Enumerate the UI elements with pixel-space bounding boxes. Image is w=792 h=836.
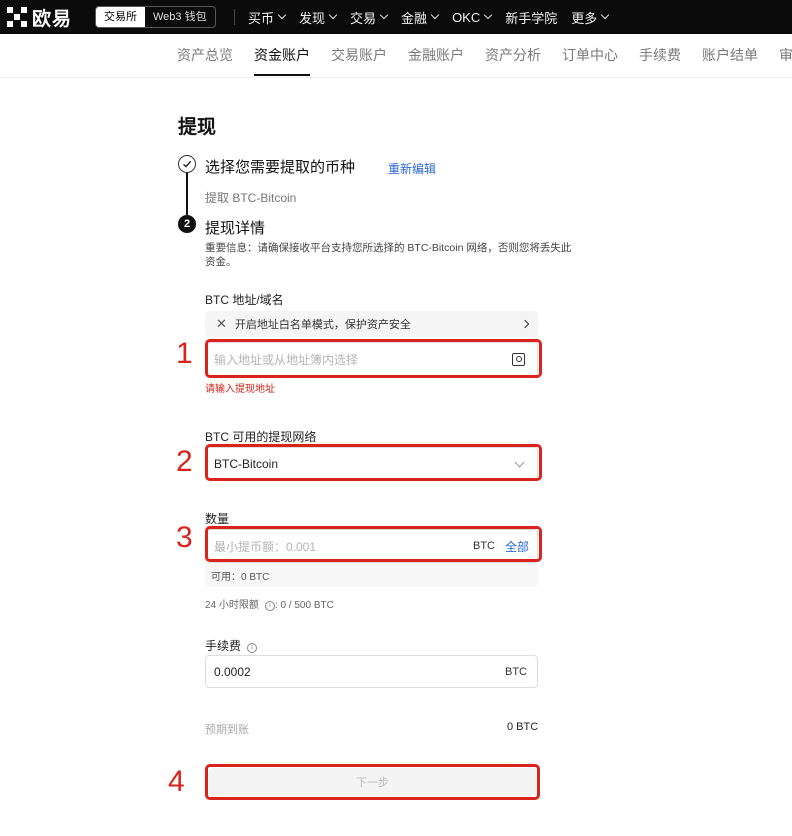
nav-divider (234, 9, 235, 25)
menu-item-finance[interactable]: 金融 (401, 8, 440, 27)
daily-limit-label: 24 小时限额 (205, 600, 259, 611)
tab-asset-overview[interactable]: 资产总览 (177, 34, 233, 78)
daily-limit: 24 小时限额 i: 0 / 500 BTC (205, 596, 334, 611)
chevron-down-icon (328, 10, 338, 20)
annotation-box-1 (205, 339, 542, 378)
chevron-down-icon (430, 10, 440, 20)
annotation-box-3 (205, 526, 542, 562)
chevron-down-icon (601, 10, 610, 20)
menu-item-label: 新手学院 (505, 10, 558, 26)
fee-unit: BTC (505, 665, 527, 678)
selected-coin-text: 提取 BTC-Bitcoin (205, 191, 297, 205)
main-menu: 买币 发现 交易 金融 OKC 新手学院 更多 (248, 0, 622, 34)
step-connector-line (186, 173, 188, 215)
fee-value: 0.0002 (214, 664, 251, 679)
step-2-title: 提现详情 (205, 220, 266, 237)
menu-item-okc[interactable]: OKC (452, 9, 493, 25)
chevron-down-icon (277, 10, 287, 20)
menu-item-discover[interactable]: 发现 (299, 8, 338, 27)
menu-item-label: OKC (452, 9, 481, 25)
step-complete-indicator (178, 155, 196, 173)
menu-item-label: 发现 (299, 10, 326, 26)
annotation-number-3: 3 (176, 521, 193, 554)
annotation-number-4: 4 (168, 765, 185, 798)
whitelist-banner[interactable]: ✕ 开启地址白名单模式，保护资产安全 (205, 311, 538, 337)
step-1-title: 选择您需要提取的币种 (205, 159, 356, 176)
menu-item-trade[interactable]: 交易 (350, 8, 389, 27)
menu-item-label: 金融 (401, 10, 428, 26)
menu-item-label: 交易 (350, 10, 377, 26)
page-title: 提现 (178, 117, 217, 138)
tab-audit[interactable]: 审计 (779, 34, 792, 78)
menu-item-academy[interactable]: 新手学院 (505, 8, 557, 27)
menu-item-more[interactable]: 更多 (571, 8, 610, 27)
asset-subnav: 资产总览 资金账户 交易账户 金融账户 资产分析 订单中心 手续费 账户结单 审… (0, 34, 792, 78)
chevron-down-icon (483, 10, 493, 20)
address-error-text: 请输入提现地址 (205, 384, 275, 395)
expected-receive-label: 预期到账 (205, 724, 249, 736)
tab-trading-account[interactable]: 交易账户 (331, 34, 387, 78)
brand-name: 欧易 (32, 8, 73, 30)
annotation-box-4 (205, 764, 540, 800)
tab-order-center[interactable]: 订单中心 (562, 34, 618, 78)
amount-label: 数量 (205, 512, 230, 526)
fee-field: 0.0002 BTC (205, 655, 538, 688)
re-edit-link[interactable]: 重新编辑 (388, 160, 436, 177)
top-navigation-bar: 欧易 交易所 Web3 钱包 买币 发现 交易 金融 OKC 新手学院 更多 (0, 0, 792, 34)
menu-item-label: 更多 (571, 10, 598, 26)
annotation-number-2: 2 (176, 445, 193, 478)
tab-fees[interactable]: 手续费 (639, 34, 681, 78)
tab-account-statement[interactable]: 账户结单 (702, 34, 758, 78)
tab-finance-account[interactable]: 金融账户 (408, 34, 464, 78)
mode-exchange-tab[interactable]: 交易所 (96, 7, 145, 27)
asset-tabs: 资产总览 资金账户 交易账户 金融账户 资产分析 订单中心 手续费 账户结单 审… (177, 34, 792, 78)
expected-receive-value: 0 BTC (507, 721, 539, 733)
chevron-down-icon (379, 10, 389, 20)
tab-asset-analysis[interactable]: 资产分析 (485, 34, 541, 78)
step-2-indicator: 2 (178, 215, 196, 233)
check-icon (183, 160, 192, 168)
close-icon[interactable]: ✕ (216, 316, 227, 332)
available-balance: 可用：0 BTC (205, 563, 538, 587)
menu-item-label: 买币 (248, 10, 275, 26)
annotation-box-2 (205, 444, 542, 481)
mode-wallet-tab[interactable]: Web3 钱包 (145, 7, 215, 27)
menu-item-buy[interactable]: 买币 (248, 8, 287, 27)
info-icon[interactable]: i (247, 643, 258, 653)
info-icon[interactable]: i (264, 601, 275, 611)
address-label: BTC 地址/域名 (205, 293, 284, 307)
tab-funding-account[interactable]: 资金账户 (254, 34, 310, 78)
fee-label: 手续费 i (205, 637, 258, 654)
daily-limit-value: : 0 / 500 BTC (274, 600, 334, 611)
chevron-right-icon (520, 319, 530, 329)
whitelist-text: 开启地址白名单模式，保护资产安全 (234, 319, 411, 331)
network-label: BTC 可用的提现网络 (205, 430, 317, 444)
okx-logo[interactable]: 欧易 (6, 5, 73, 30)
fee-label-text: 手续费 (205, 639, 242, 653)
okx-logo-icon (6, 6, 28, 28)
mode-switch: 交易所 Web3 钱包 (95, 6, 216, 28)
annotation-number-1: 1 (176, 337, 193, 370)
network-warning-notice: 重要信息：请确保接收平台支持您所选择的 BTC-Bitcoin 网络，否则您将丢… (205, 242, 572, 268)
